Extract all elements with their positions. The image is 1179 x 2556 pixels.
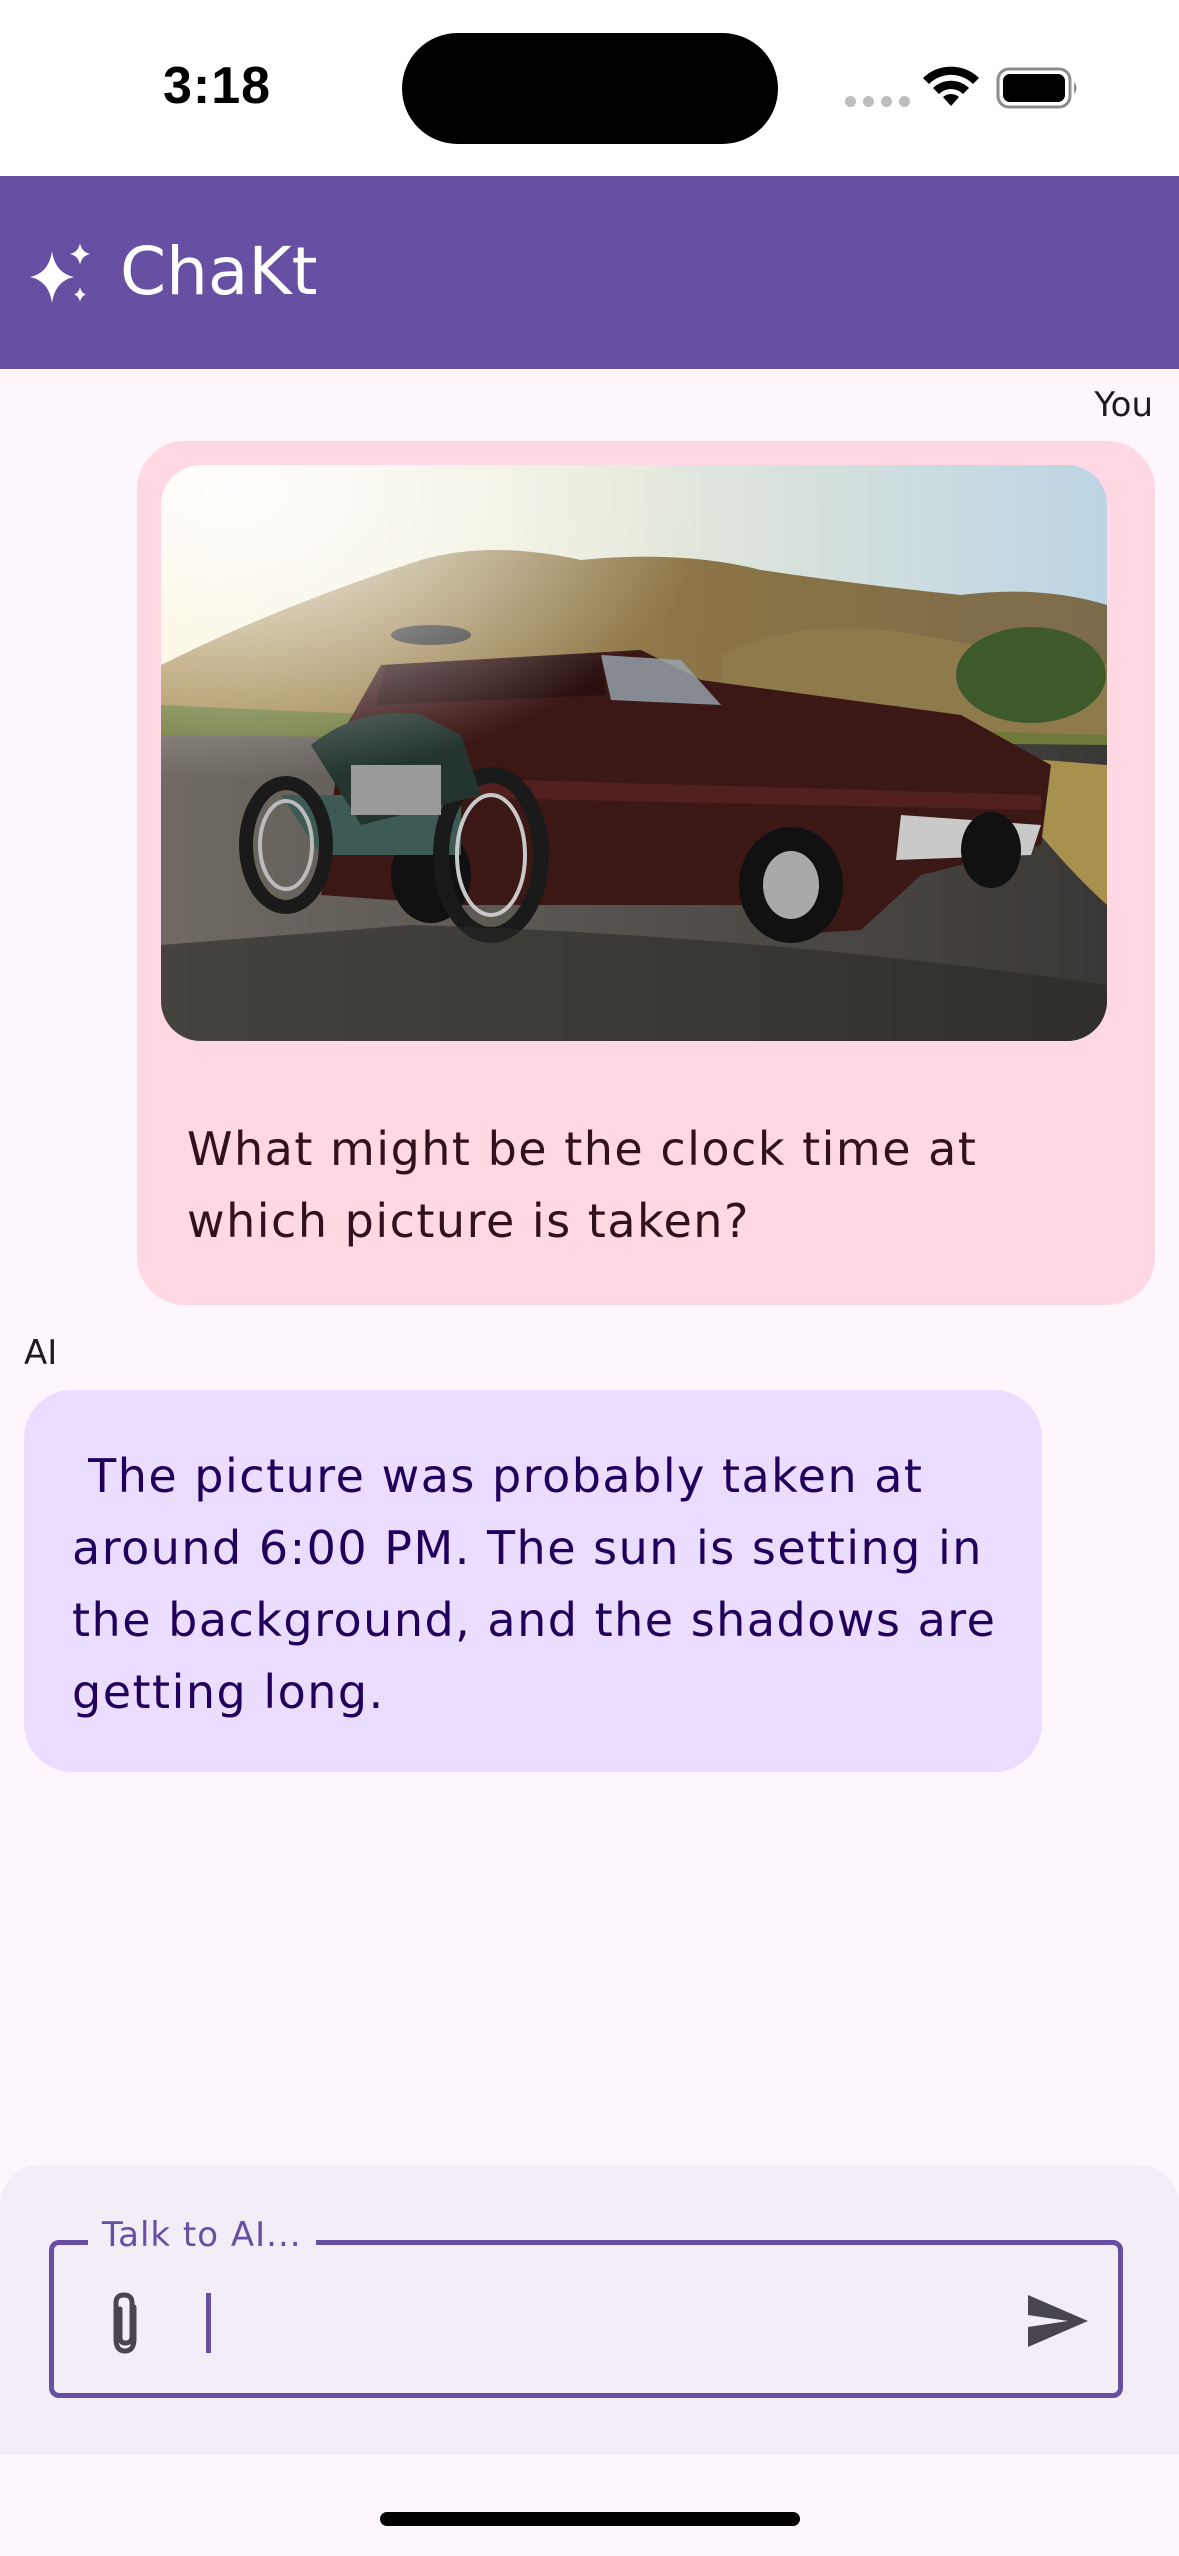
status-bar: 3:18 [0, 0, 1179, 176]
user-message-text: What might be the clock time at which pi… [187, 1122, 978, 1248]
message-input-field[interactable]: Talk to AI... [49, 2215, 1123, 2398]
home-indicator[interactable] [380, 2512, 800, 2526]
ai-message-bubble: The picture was probably taken at around… [24, 1390, 1042, 1772]
wifi-icon [923, 66, 979, 106]
sparkle-icon [30, 243, 90, 303]
paperclip-icon[interactable] [100, 2289, 150, 2359]
message-input[interactable] [204, 2285, 1008, 2357]
status-time: 3:18 [163, 57, 272, 115]
user-message-bubble: What might be the clock time at which pi… [137, 441, 1155, 1305]
dynamic-island [402, 33, 778, 144]
input-label: Talk to AI... [88, 2215, 316, 2255]
app-title: ChaKt [120, 233, 318, 310]
ai-message-text: The picture was probably taken at around… [72, 1449, 1013, 1719]
sender-label-you: You [1094, 385, 1153, 425]
text-caret [206, 2293, 211, 2353]
send-icon[interactable] [1024, 2291, 1090, 2351]
composer-area: Talk to AI... [0, 2165, 1179, 2455]
attached-photo[interactable] [161, 465, 1107, 1041]
battery-icon [996, 67, 1077, 109]
signal-icon [845, 96, 910, 107]
sender-label-ai: AI [24, 1333, 58, 1373]
app-bar: ChaKt [0, 176, 1179, 369]
